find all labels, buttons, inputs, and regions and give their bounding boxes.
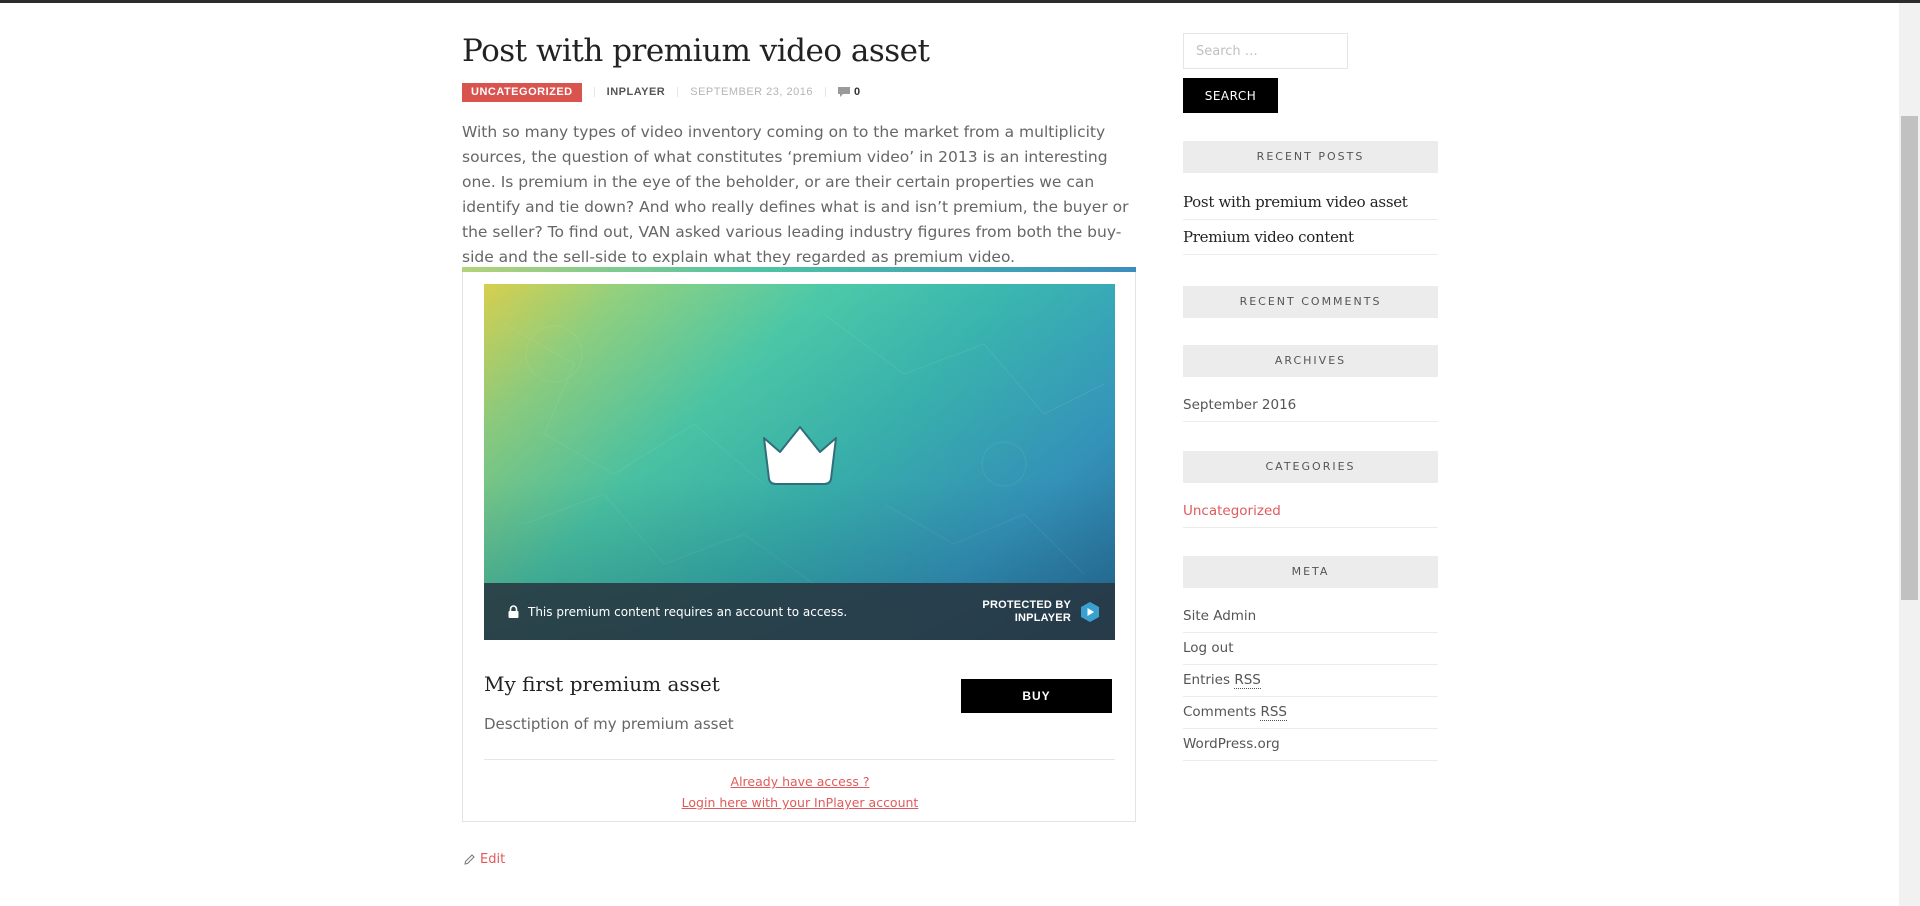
premium-asset-box: This premium content requires an account… — [462, 267, 1136, 822]
login-inplayer-link[interactable]: Login here with your InPlayer account — [463, 795, 1137, 810]
meta-separator — [593, 87, 595, 97]
rss-abbr: RSS — [1234, 672, 1261, 689]
recent-comments-title: Recent Comments — [1183, 286, 1438, 318]
video-access-bar: This premium content requires an account… — [484, 583, 1115, 640]
comment-count: 0 — [853, 86, 861, 98]
scrollbar-thumb[interactable] — [1901, 116, 1918, 600]
edit-label: Edit — [480, 852, 506, 867]
meta-wordpress-org[interactable]: WordPress.org — [1183, 729, 1438, 761]
lock-message: This premium content requires an account… — [508, 605, 847, 619]
entries-label: Entries — [1183, 672, 1231, 688]
video-preview[interactable]: This premium content requires an account… — [484, 284, 1115, 640]
comments-link[interactable]: 0 — [837, 86, 861, 98]
lock-message-text: This premium content requires an account… — [528, 604, 848, 619]
edit-post-link[interactable]: Edit — [464, 852, 505, 867]
post-date: September 23, 2016 — [690, 86, 813, 98]
recent-posts-title: Recent Posts — [1183, 141, 1438, 173]
archives-title: Archives — [1183, 345, 1438, 377]
comments-label: Comments — [1183, 704, 1257, 720]
meta-entries-rss[interactable]: Entries RSS — [1183, 665, 1438, 697]
asset-divider — [484, 759, 1115, 760]
meta-separator — [824, 87, 826, 97]
pencil-icon — [464, 854, 475, 865]
categories-title: Categories — [1183, 451, 1438, 483]
comment-icon — [837, 87, 850, 97]
meta-log-out[interactable]: Log out — [1183, 633, 1438, 665]
post-excerpt: With so many types of video inventory co… — [462, 123, 1129, 266]
top-bar — [0, 0, 1920, 3]
protected-by: PROTECTED BY INPLAYER — [982, 599, 1101, 625]
meta-site-admin[interactable]: Site Admin — [1183, 601, 1438, 633]
inplayer-logo-icon — [1081, 601, 1099, 622]
meta-separator — [677, 87, 679, 97]
post-author[interactable]: InPlayer — [607, 86, 666, 98]
asset-description: Desctiption of my premium asset — [484, 715, 734, 733]
already-have-access-link[interactable]: Already have access ? — [463, 774, 1137, 789]
meta-title: Meta — [1183, 556, 1438, 588]
meta-comments-rss[interactable]: Comments RSS — [1183, 697, 1438, 729]
rss-abbr: RSS — [1260, 704, 1288, 721]
archive-item[interactable]: September 2016 — [1183, 390, 1438, 422]
post-meta: Uncategorized InPlayer September 23, 201… — [462, 82, 1136, 102]
buy-button[interactable]: BUY — [961, 679, 1112, 713]
search-input[interactable] — [1183, 33, 1348, 69]
post-title[interactable]: Post with premium video asset — [462, 30, 1136, 72]
protected-line-1: PROTECTED BY — [982, 598, 1071, 611]
asset-title: My first premium asset — [484, 672, 720, 696]
category-badge[interactable]: Uncategorized — [462, 82, 582, 102]
search-button[interactable]: SEARCH — [1183, 78, 1278, 113]
lock-icon — [508, 605, 519, 618]
protected-by-text: PROTECTED BY INPLAYER — [982, 599, 1071, 625]
post-article: Post with premium video asset Uncategori… — [462, 30, 1136, 270]
crown-icon — [763, 426, 837, 485]
protected-line-2: INPLAYER — [1014, 611, 1071, 624]
recent-post-item[interactable]: Premium video content — [1183, 222, 1438, 255]
category-item[interactable]: Uncategorized — [1183, 496, 1438, 528]
recent-post-item[interactable]: Post with premium video asset — [1183, 187, 1438, 220]
